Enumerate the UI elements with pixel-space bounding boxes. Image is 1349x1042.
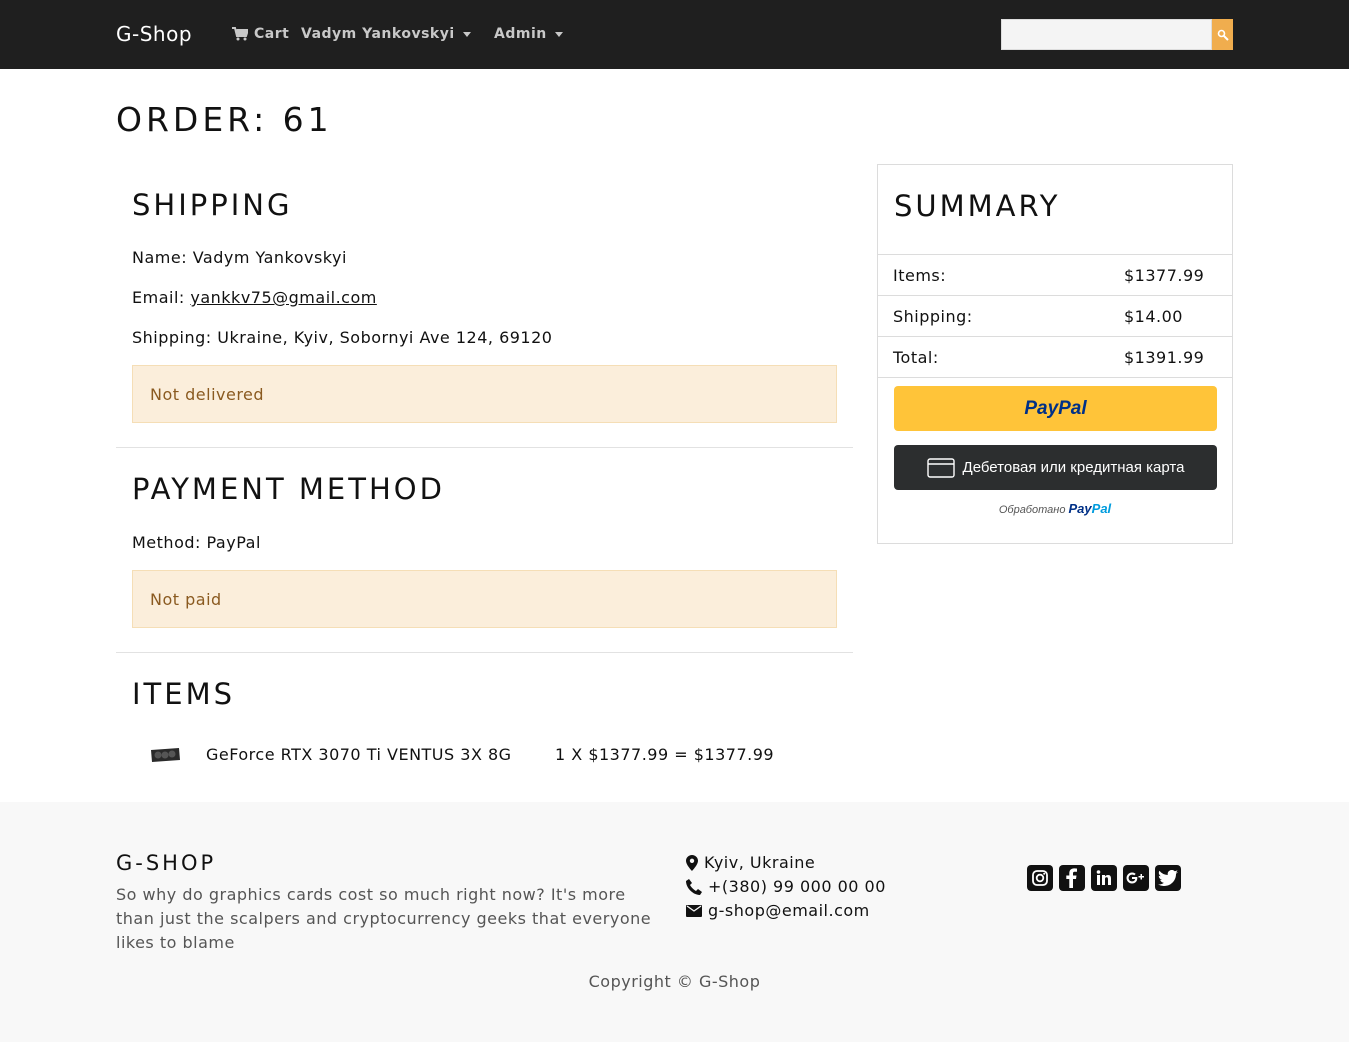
shipping-heading: SHIPPING [132,188,293,222]
powered-by-paypal: Обработано PayPal [878,501,1232,516]
items-heading: ITEMS [132,677,236,711]
shipping-address-value: Ukraine, Kyiv, Sobornyi Ave 124, 69120 [217,328,553,347]
email-link[interactable]: yankkv75@gmail.com [190,288,376,307]
footer-email-text: g-shop@email.com [708,901,870,920]
payment-method-value: PayPal [206,533,261,552]
payment-method-heading: PAYMENT METHOD [132,472,445,506]
brand-logo[interactable]: G-Shop [116,22,192,46]
credit-card-icon [926,457,955,478]
paypal-button[interactable]: PayPal [894,386,1217,431]
twitter-icon[interactable] [1155,865,1181,891]
footer-description: So why do graphics cards cost so much ri… [116,885,652,952]
shipping-email: Email: yankkv75@gmail.com [132,288,377,307]
payment-method-label: Method: [132,533,201,552]
cart-link[interactable]: Cart [232,26,289,42]
summary-card: SUMMARY Items: $1377.99 Shipping: $14.00… [877,164,1233,544]
copyright: Copyright © G-Shop [588,972,761,991]
google-plus-icon[interactable] [1123,865,1149,891]
envelope-icon [686,904,702,917]
footer-location: Kyiv, Ukraine [686,853,815,872]
paypal-brand-logo: PayPal [1069,501,1112,516]
delivery-status-alert: Not delivered [132,365,837,423]
summary-row-shipping: Shipping: $14.00 [878,295,1232,336]
product-image[interactable] [148,745,182,765]
paypal-logo: PayPal [1024,397,1087,419]
item-price-calc: 1 X $1377.99 = $1377.99 [555,745,775,764]
powered-by-label: Обработано [998,504,1066,516]
facebook-icon[interactable] [1059,865,1085,891]
payment-status-alert: Not paid [132,570,837,628]
summary-label: Shipping: [893,307,973,326]
footer-email: g-shop@email.com [686,901,870,920]
item-name-link[interactable]: GeForce RTX 3070 Ti VENTUS 3X 8G [206,745,512,764]
admin-dropdown[interactable]: Admin [494,26,563,42]
summary-label: Total: [893,348,939,367]
paypal-brand-pal: Pal [1091,501,1112,516]
summary-row-items: Items: $1377.99 [878,254,1232,295]
summary-value: $1377.99 [1124,266,1205,285]
divider [116,652,853,653]
page-title: ORDER: 61 [116,100,333,139]
shipping-email-label: Email: [132,288,185,307]
card-payment-label: Дебетовая или кредитная карта [962,459,1185,476]
shipping-name-label: Name: [132,248,188,267]
summary-row-total: Total: $1391.99 [878,336,1232,377]
search-icon [1217,29,1229,41]
map-marker-icon [686,854,698,871]
social-links [1027,865,1181,891]
shipping-name-value: Vadym Yankovskyi [192,248,347,267]
payment-method: Method: PayPal [132,533,261,552]
footer-phone-text: +(380) 99 000 00 00 [708,877,886,896]
footer-phone: +(380) 99 000 00 00 [686,877,886,896]
footer-brand: G-SHOP [116,851,217,875]
summary-heading: SUMMARY [894,189,1061,223]
linkedin-icon[interactable] [1091,865,1117,891]
search-button[interactable] [1212,19,1233,50]
chevron-down-icon [554,31,563,37]
shipping-address-label: Shipping: [132,328,212,347]
cart-icon [232,27,248,41]
search-input[interactable] [1001,19,1212,50]
card-payment-button[interactable]: Дебетовая или кредитная карта [894,445,1217,490]
shipping-address: Shipping: Ukraine, Kyiv, Sobornyi Ave 12… [132,328,552,347]
footer: G-SHOP So why do graphics cards cost so … [0,802,1349,1042]
instagram-icon[interactable] [1027,865,1053,891]
admin-dropdown-label: Admin [494,26,547,42]
user-dropdown-label: Vadym Yankovskyi [301,26,455,42]
summary-value: $1391.99 [1124,348,1205,367]
divider [878,377,1232,378]
divider [116,447,853,448]
paypal-brand-pay: Pay [1068,501,1092,516]
cart-label: Cart [254,26,290,42]
shipping-name: Name: Vadym Yankovskyi [132,248,347,267]
user-dropdown[interactable]: Vadym Yankovskyi [301,26,471,42]
summary-value: $14.00 [1124,307,1183,326]
phone-icon [686,878,702,895]
top-navbar: G-Shop Cart Vadym Yankovskyi Admin [0,0,1349,69]
summary-label: Items: [893,266,947,285]
chevron-down-icon [462,31,471,37]
footer-location-text: Kyiv, Ukraine [704,853,816,872]
